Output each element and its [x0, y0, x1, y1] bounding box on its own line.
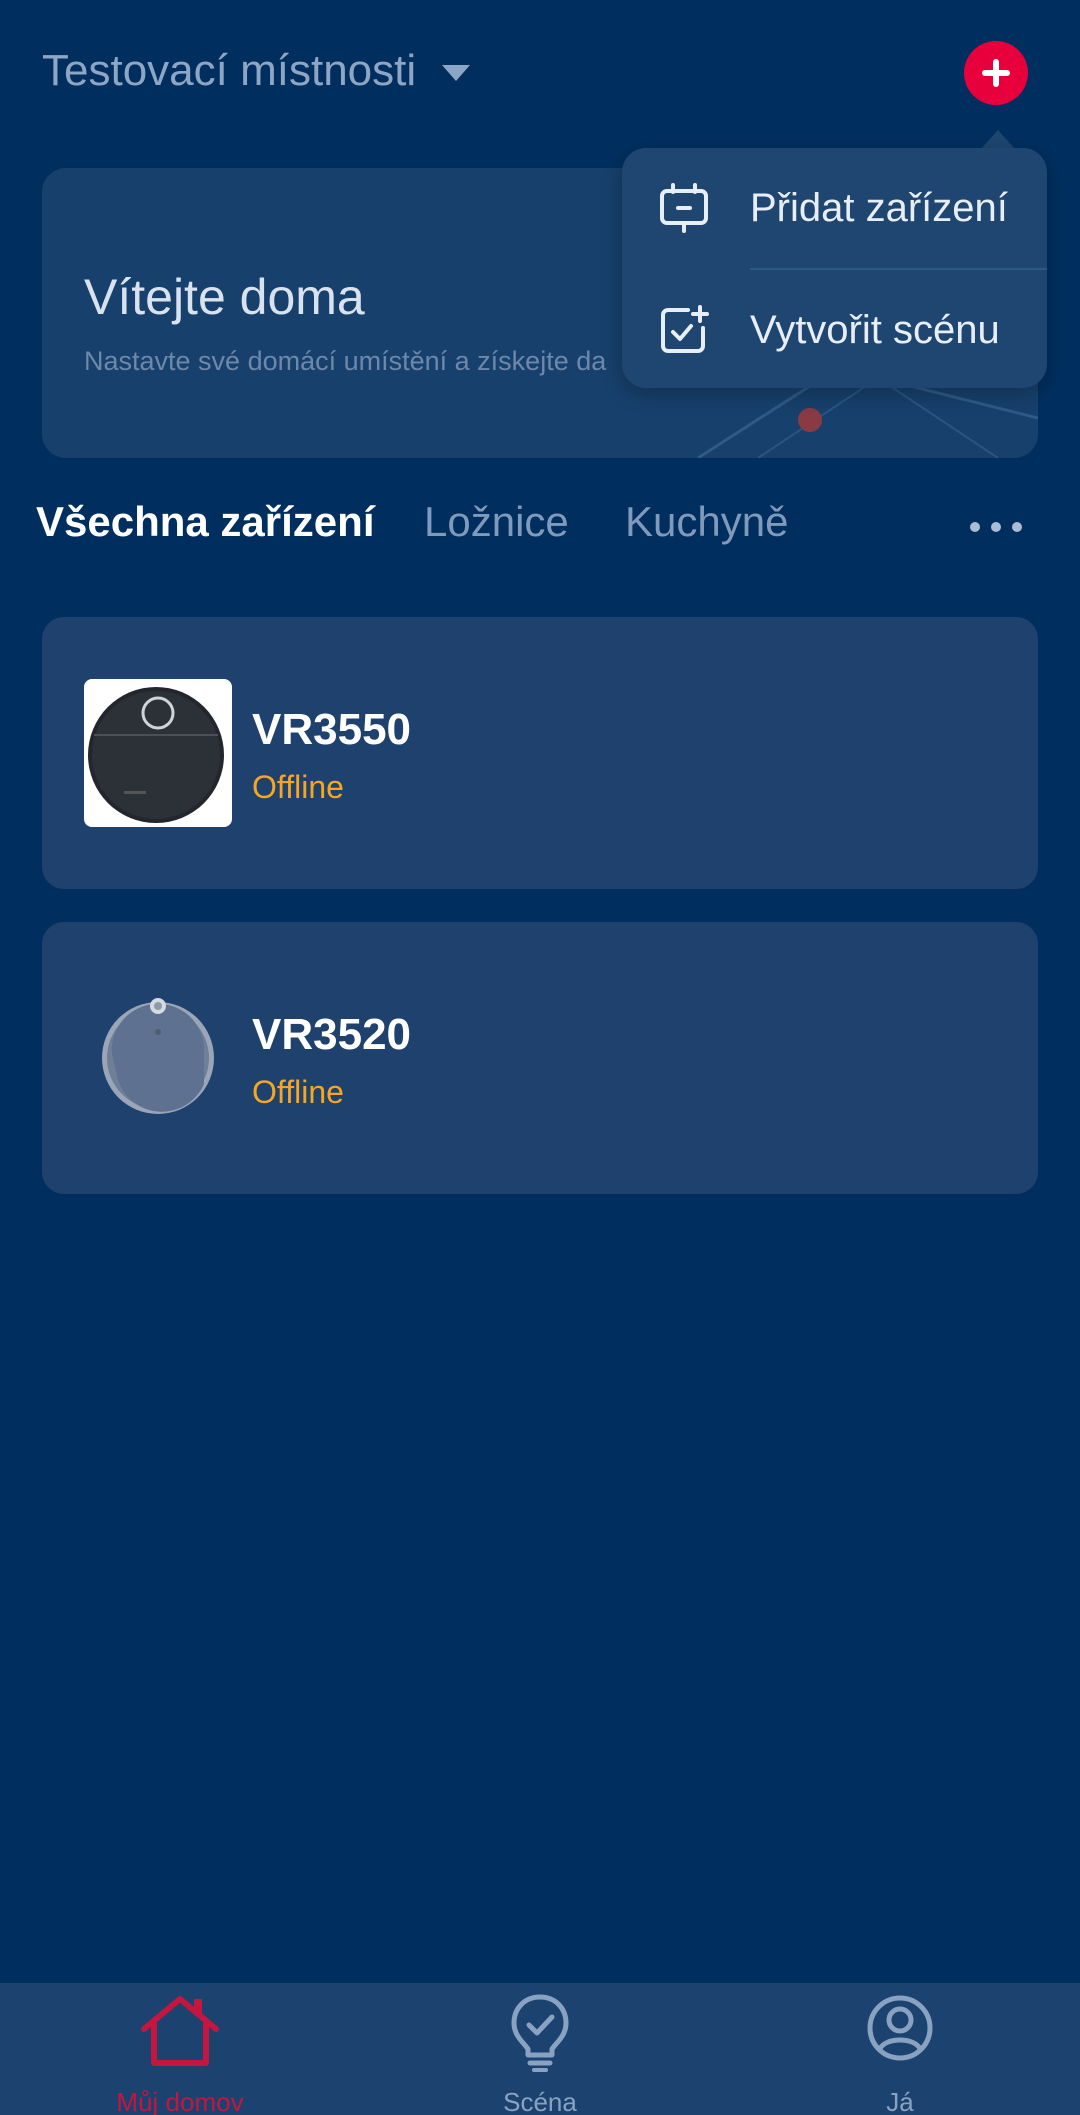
menu-item-add-device[interactable]: Přidat zařízení: [622, 148, 1047, 268]
device-name: VR3550: [252, 705, 412, 754]
robot-vacuum-black-icon: [88, 687, 224, 823]
menu-pointer: [980, 130, 1016, 150]
robot-vacuum-gray-icon: [102, 998, 214, 1114]
menu-item-label: Vytvořit scénu: [750, 307, 1000, 352]
device-name: VR3520: [252, 1010, 412, 1059]
caret-down-icon: [442, 65, 471, 81]
home-icon: [141, 1996, 219, 2066]
nav-me[interactable]: Já: [720, 1983, 1080, 2115]
nav-my-home[interactable]: Můj domov: [0, 1983, 360, 2115]
tab-kitchen[interactable]: Kuchyně: [625, 498, 788, 546]
create-scene-icon: [661, 305, 709, 353]
device-status: Offline: [252, 1074, 344, 1110]
tab-all-devices[interactable]: Všechna zařízení: [36, 498, 374, 546]
profile-icon: [867, 1995, 933, 2061]
device-status: Offline: [252, 769, 344, 805]
home-selector[interactable]: Testovací místnosti: [42, 46, 471, 96]
banner-subtitle: Nastavte své domácí umístění a získejte …: [84, 346, 607, 376]
nav-label: Já: [886, 2087, 914, 2115]
tab-bedroom[interactable]: Ložnice: [424, 498, 569, 546]
room-tabs: Všechna zařízení Ložnice Kuchyně: [0, 490, 1080, 560]
device-image: [84, 984, 232, 1132]
app-header: Testovací místnosti: [0, 0, 1080, 150]
bottom-navigation: Můj domov Scéna Já: [0, 1983, 1080, 2115]
lightbulb-icon: [511, 1994, 569, 2072]
more-horizontal-icon[interactable]: [970, 520, 1022, 534]
add-device-icon: [660, 183, 708, 233]
banner-title: Vítejte doma: [84, 269, 365, 325]
home-name: Testovací místnosti: [42, 46, 417, 95]
plus-icon: [982, 59, 1010, 87]
device-image: [84, 679, 232, 827]
menu-item-label: Přidat zařízení: [750, 185, 1008, 230]
add-menu: Přidat zařízení Vytvořit scénu: [622, 148, 1047, 388]
nav-label: Můj domov: [116, 2087, 244, 2115]
device-card-vr3550[interactable]: VR3550 Offline: [42, 617, 1038, 889]
nav-scene[interactable]: Scéna: [360, 1983, 720, 2115]
nav-label: Scéna: [503, 2087, 577, 2115]
add-button[interactable]: [964, 41, 1028, 105]
menu-item-create-scene[interactable]: Vytvořit scénu: [622, 270, 1047, 390]
device-card-vr3520[interactable]: VR3520 Offline: [42, 922, 1038, 1194]
